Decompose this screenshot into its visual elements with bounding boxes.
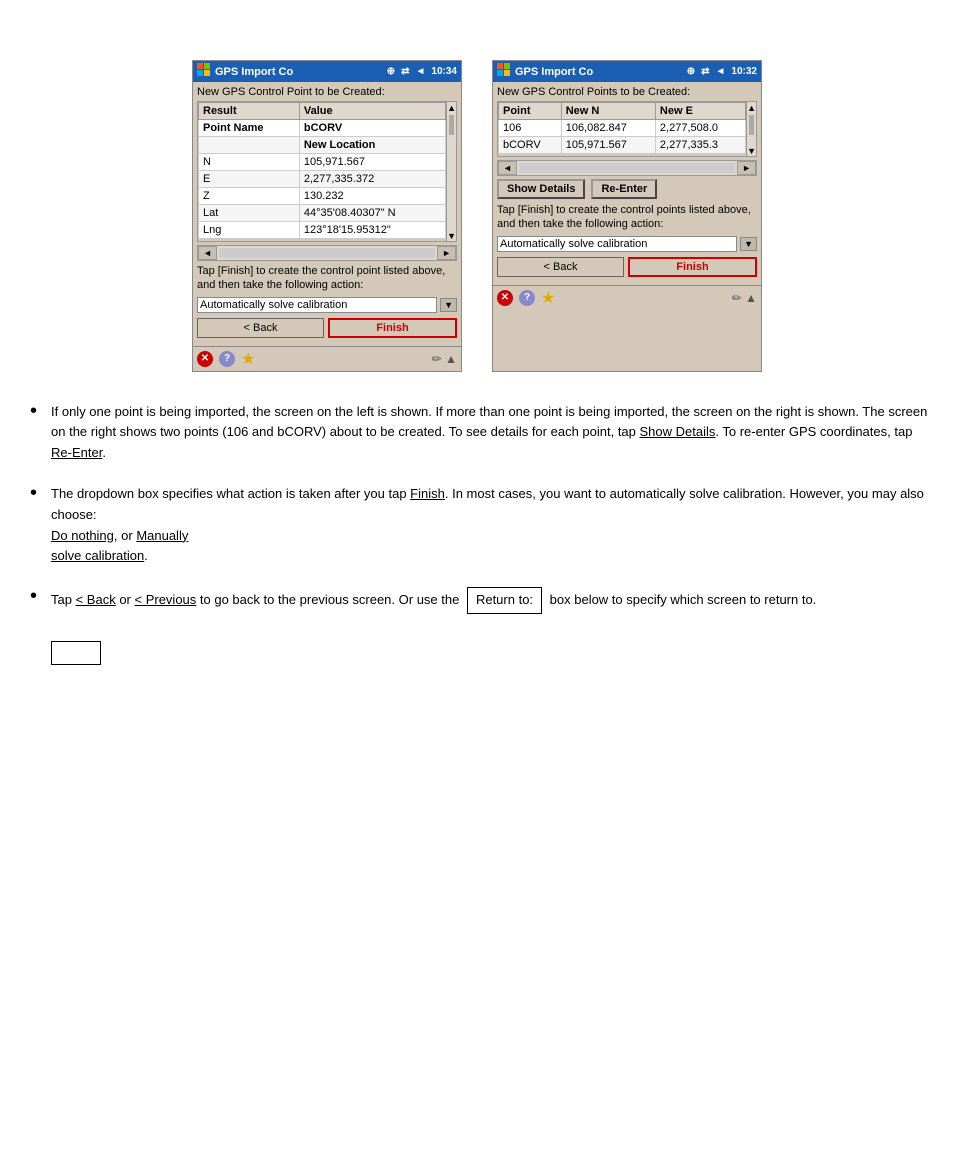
finish-link: Finish (410, 486, 445, 501)
right-title: GPS Import Co (515, 66, 593, 78)
table-row: 106 106,082.847 2,277,508.0 (499, 120, 746, 137)
right-col-newe: New E (655, 103, 745, 120)
right-tap-text: Tap [Finish] to create the control point… (497, 203, 757, 232)
left-table-wrapper: Result Value Point Name bCORV (197, 101, 457, 242)
bullet-section-2: • The dropdown box specifies what action… (20, 484, 934, 567)
right-taskbar: ✕ ? ★ ✏ ▲ (493, 285, 761, 310)
left-col-result: Result (199, 103, 300, 120)
left-star-icon[interactable]: ★ (241, 349, 255, 369)
right-windows-logo (497, 63, 511, 80)
right-sync-icon: ⇄ (701, 66, 709, 77)
right-back-button[interactable]: < Back (497, 257, 624, 277)
bullet-dot-1: • (30, 400, 37, 464)
right-col-point: Point (499, 103, 562, 120)
right-time: 10:32 (731, 66, 757, 77)
right-col-newn: New N (561, 103, 655, 120)
left-signal-icon: ⊕ (387, 66, 395, 77)
left-dropdown-row: Automatically solve calibration Do nothi… (197, 297, 457, 313)
right-scrollbar[interactable]: ▲ ▼ (746, 102, 756, 156)
right-close-icon[interactable]: ✕ (497, 290, 513, 306)
left-content: New GPS Control Point to be Created: Res… (193, 82, 461, 346)
left-dropdown-arrow[interactable]: ▼ (440, 298, 457, 312)
bullet-content-2: The dropdown box specifies what action i… (51, 484, 934, 567)
left-sync-icon: ⇄ (401, 66, 409, 77)
table-row: Lng 123°18'15.95312" (199, 222, 446, 239)
table-row: E 2,277,335.372 (199, 171, 446, 188)
re-enter-button[interactable]: Re-Enter (591, 179, 657, 199)
show-details-link: Show Details (640, 424, 716, 439)
bullet-dot-2: • (30, 482, 37, 567)
left-close-icon[interactable]: ✕ (197, 351, 213, 367)
right-dropdown-arrow[interactable]: ▼ (740, 237, 757, 251)
left-col-value: Value (299, 103, 445, 120)
solve-calibration-link: solve calibration (51, 548, 144, 563)
table-row: Lat 44°35'08.40307" N (199, 205, 446, 222)
bullet-section-1: • If only one point is being imported, t… (20, 402, 934, 464)
right-button-row: < Back Finish (497, 257, 757, 277)
left-windows-logo (197, 63, 211, 80)
right-pen-icon[interactable]: ✏ ▲ (732, 291, 757, 305)
bullet-content-3: Tap < Back or < Previous to go back to t… (51, 587, 934, 671)
left-volume-icon: ◄ (416, 66, 426, 77)
left-tap-text: Tap [Finish] to create the control point… (197, 264, 457, 293)
left-title: GPS Import Co (215, 66, 293, 78)
table-row: bCORV 105,971.567 2,277,335.3 (499, 137, 746, 154)
left-button-row: < Back Finish (197, 318, 457, 338)
left-time: 10:34 (431, 66, 457, 77)
left-data-table: Result Value Point Name bCORV (198, 102, 446, 239)
left-subtitle: New GPS Control Point to be Created: (197, 86, 457, 98)
bullet-content-1: If only one point is being imported, the… (51, 402, 934, 464)
left-finish-button[interactable]: Finish (328, 318, 457, 338)
table-row: Point Name bCORV (199, 120, 446, 137)
left-help-icon[interactable]: ? (219, 351, 235, 367)
page-container: GPS Import Co ⊕ ⇄ ◄ 10:34 New GPS Contro… (0, 0, 954, 1159)
left-dropdown[interactable]: Automatically solve calibration Do nothi… (197, 297, 437, 313)
right-table-wrapper: Point New N New E 106 106,082.847 2,277,… (497, 101, 757, 157)
bullet-section-3: • Tap < Back or < Previous to go back to… (20, 587, 934, 671)
right-star-icon[interactable]: ★ (541, 288, 555, 308)
right-device: GPS Import Co ⊕ ⇄ ◄ 10:32 New GPS Contro… (492, 60, 762, 372)
left-taskbar: ✕ ? ★ ✏ ▲ (193, 346, 461, 371)
left-back-button[interactable]: < Back (197, 318, 324, 338)
table-row: New Location (199, 137, 446, 154)
do-nothing-link: Do nothing (51, 528, 114, 543)
screenshots-row: GPS Import Co ⊕ ⇄ ◄ 10:34 New GPS Contro… (20, 60, 934, 372)
left-titlebar: GPS Import Co ⊕ ⇄ ◄ 10:34 (193, 61, 461, 82)
left-horiz-scroll[interactable]: ◄ ► (197, 245, 457, 261)
right-dropdown[interactable]: Automatically solve calibration Do nothi… (497, 236, 737, 252)
manually-link: Manually (136, 528, 188, 543)
re-enter-link: Re-Enter (51, 445, 102, 460)
right-dropdown-row: Automatically solve calibration Do nothi… (497, 236, 757, 252)
right-finish-button[interactable]: Finish (628, 257, 757, 277)
back-link: < Back (76, 592, 116, 607)
left-scrollbar[interactable]: ▲ ▼ (446, 102, 456, 241)
right-titlebar: GPS Import Co ⊕ ⇄ ◄ 10:32 (493, 61, 761, 82)
return-screen-input[interactable] (51, 641, 101, 665)
left-device: GPS Import Co ⊕ ⇄ ◄ 10:34 New GPS Contro… (192, 60, 462, 372)
previous-link: < Previous (135, 592, 197, 607)
bullet-dot-3: • (30, 585, 37, 671)
table-row: Z 130.232 (199, 188, 446, 205)
left-pen-icon[interactable]: ✏ ▲ (432, 352, 457, 366)
right-subtitle: New GPS Control Points to be Created: (497, 86, 757, 98)
right-volume-icon: ◄ (716, 66, 726, 77)
right-two-btn-row: Show Details Re-Enter (497, 179, 757, 199)
return-to-box: Return to: (467, 587, 542, 614)
table-row: N 105,971.567 (199, 154, 446, 171)
right-horiz-scroll[interactable]: ◄ ► (497, 160, 757, 176)
right-data-table: Point New N New E 106 106,082.847 2,277,… (498, 102, 746, 154)
right-help-icon[interactable]: ? (519, 290, 535, 306)
right-content: New GPS Control Points to be Created: Po… (493, 82, 761, 285)
right-signal-icon: ⊕ (687, 66, 695, 77)
show-details-button[interactable]: Show Details (497, 179, 585, 199)
